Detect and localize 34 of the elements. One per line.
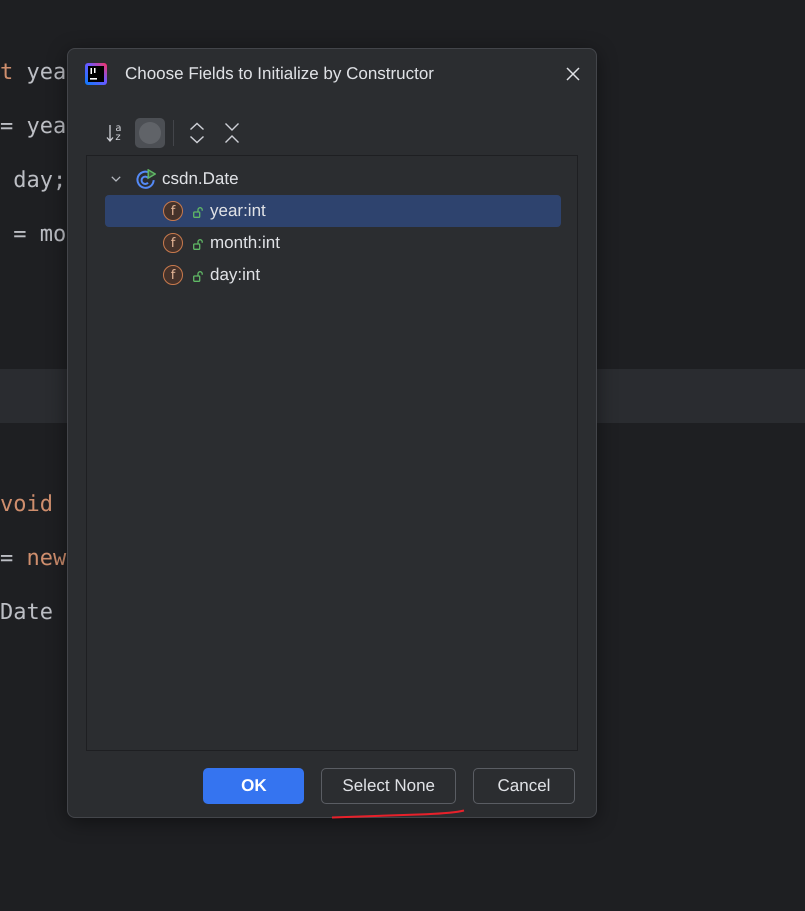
dialog-title: Choose Fields to Initialize by Constructor (125, 64, 435, 84)
field-icon: f (163, 233, 183, 253)
collapse-all-icon (224, 122, 240, 144)
padlock-icon (193, 238, 203, 250)
field-icon: f (163, 265, 183, 285)
app-logo-icon (85, 63, 107, 85)
sort-button[interactable]: a z (103, 118, 125, 148)
code-text: = (0, 546, 14, 570)
code-text: yea (26, 114, 66, 138)
tree-item[interactable]: csdn.Date (105, 163, 561, 195)
dialog-button[interactable]: Select None (321, 768, 456, 804)
dialog-button[interactable]: OK (203, 768, 304, 804)
code-text: new (26, 546, 66, 570)
code-text: day; (13, 168, 66, 192)
code-text: Date (0, 600, 53, 624)
code-text: mo (40, 222, 66, 246)
down-arrow-icon (106, 124, 114, 142)
code-text: void (0, 492, 53, 516)
code-text: = (0, 114, 14, 138)
close-icon[interactable] (566, 67, 580, 81)
toggle-button[interactable] (135, 118, 165, 148)
dialog-button[interactable]: Cancel (473, 768, 575, 804)
padlock-icon (193, 270, 203, 282)
field-icon: f (163, 201, 183, 221)
expand-all-icon (189, 122, 205, 144)
tree-item[interactable]: f month:int (105, 227, 561, 259)
tree-item[interactable]: f day:int (105, 259, 561, 291)
padlock-icon (193, 206, 203, 218)
chevron-down-icon[interactable] (111, 176, 121, 182)
class-icon (136, 169, 156, 189)
tree-item[interactable]: f year:int (105, 195, 561, 227)
code-text: yea (26, 60, 66, 84)
code-text: t (0, 60, 14, 84)
code-text: = (13, 222, 26, 246)
